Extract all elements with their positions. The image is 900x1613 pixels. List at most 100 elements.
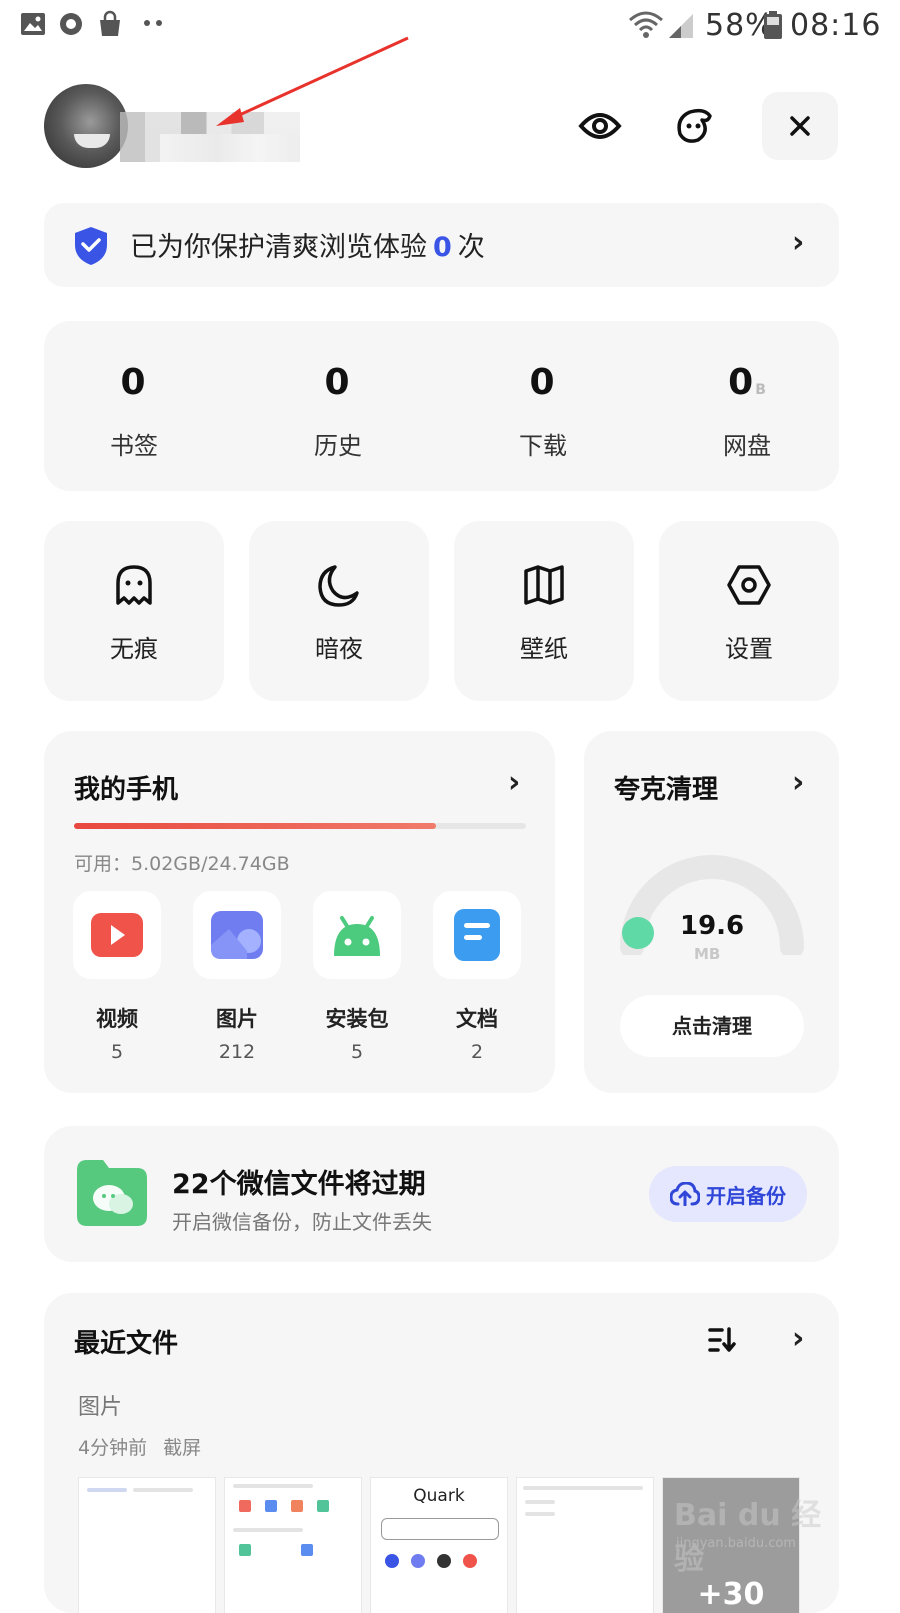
- recent-thumbnail[interactable]: [78, 1477, 216, 1613]
- cleaner-unit: MB: [694, 945, 721, 963]
- cleaner-title: 夸克清理: [614, 775, 719, 805]
- wechat-folder-icon: [77, 1160, 147, 1226]
- cleaner-card[interactable]: 夸克清理 › 19.6 MB 点击清理: [584, 731, 839, 1093]
- clock: 08:16: [790, 8, 882, 43]
- watermark-url: jingyan.baidu.com: [676, 1536, 796, 1551]
- theme-skin-button[interactable]: [656, 92, 732, 160]
- ghost-icon: [116, 565, 152, 605]
- cloud-upload-icon: [670, 1182, 700, 1206]
- recent-thumbnail[interactable]: [516, 1477, 654, 1613]
- file-type-count: 5: [110, 1041, 124, 1063]
- recent-category: 图片: [78, 1395, 123, 1420]
- tool-wallpaper[interactable]: 壁纸: [454, 521, 634, 701]
- chevron-right-icon[interactable]: ›: [792, 1321, 804, 1356]
- stat-value: 0: [529, 362, 555, 403]
- status-bar: 58% 08:16: [0, 0, 900, 52]
- file-type-image[interactable]: 图片 212: [192, 891, 282, 1063]
- tool-label: 无痕: [110, 635, 158, 663]
- protection-suffix: 次: [457, 232, 485, 263]
- chevron-right-icon: ›: [792, 765, 805, 800]
- close-icon: [790, 116, 810, 136]
- tool-label: 暗夜: [315, 635, 363, 663]
- quark-notification-icon: [60, 13, 82, 35]
- wechat-expire-title: 22个微信文件将过期: [172, 1169, 426, 1200]
- stat-label: 书签: [110, 432, 158, 460]
- tool-incognito[interactable]: 无痕: [44, 521, 224, 701]
- tool-label: 壁纸: [520, 635, 568, 663]
- storage-bar: [74, 823, 526, 829]
- more-notifications-icon: [144, 20, 162, 26]
- file-type-name: 文档: [456, 1007, 498, 1031]
- file-type-name: 图片: [216, 1007, 258, 1031]
- stat-history[interactable]: 0 历史: [278, 361, 398, 461]
- shield-icon: [75, 227, 107, 265]
- chevron-right-icon: ›: [508, 765, 521, 800]
- my-phone-title: 我的手机: [74, 775, 179, 805]
- thumbnail-caption: Quark: [413, 1486, 465, 1506]
- more-count: +30: [697, 1577, 765, 1612]
- book-open-icon: [524, 565, 564, 605]
- file-type-count: 5: [350, 1041, 364, 1063]
- stat-downloads[interactable]: 0 下载: [483, 361, 603, 461]
- document-icon: [454, 909, 500, 961]
- protection-count: 0: [433, 232, 452, 263]
- recent-thumbnail[interactable]: [224, 1477, 362, 1613]
- battery-icon: [764, 11, 782, 39]
- moon-icon: [318, 565, 359, 607]
- stat-unit: B: [755, 382, 766, 398]
- file-type-count: 212: [218, 1041, 256, 1063]
- stat-label: 历史: [314, 432, 362, 460]
- protection-label: 已为你保护清爽浏览体验: [130, 232, 427, 263]
- stat-value: 0: [324, 362, 350, 403]
- file-type-name: 视频: [96, 1007, 138, 1031]
- file-type-video[interactable]: 视频 5: [72, 891, 162, 1063]
- stat-label: 网盘: [723, 432, 771, 460]
- stat-value: 0: [728, 362, 754, 403]
- close-button[interactable]: [762, 92, 838, 160]
- file-type-count: 2: [470, 1041, 484, 1063]
- clean-now-button[interactable]: 点击清理: [620, 995, 804, 1057]
- annotation-arrow: [216, 36, 409, 126]
- protection-banner[interactable]: 已为你保护清爽浏览体验 0 次 ›: [44, 203, 839, 287]
- recent-meta: 4分钟前 截屏: [78, 1437, 202, 1459]
- signal-icon: [669, 14, 693, 38]
- stat-bookmarks[interactable]: 0 书签: [74, 361, 194, 461]
- watermark-text: Bai du 经验: [674, 1498, 822, 1577]
- tool-settings[interactable]: 设置: [659, 521, 839, 701]
- eye-button[interactable]: [562, 92, 638, 160]
- android-icon: [334, 916, 380, 956]
- wechat-backup-card[interactable]: 22个微信文件将过期 开启微信备份，防止文件丢失 开启备份: [44, 1126, 839, 1262]
- file-type-document[interactable]: 文档 2: [432, 891, 522, 1063]
- protection-text: 已为你保护清爽浏览体验 0 次: [130, 225, 485, 264]
- wifi-icon: [629, 11, 663, 38]
- storage-bar-fill: [74, 823, 436, 829]
- tool-night-mode[interactable]: 暗夜: [249, 521, 429, 701]
- gallery-notification-icon: [21, 13, 45, 35]
- stats-card: 0 书签 0 历史 0 下载 0B 网盘: [44, 321, 839, 491]
- recent-thumbnail[interactable]: Quark: [370, 1477, 508, 1613]
- storage-available: 可用：5.02GB/24.74GB: [74, 853, 290, 875]
- file-type-name: 安装包: [325, 1007, 389, 1031]
- enable-backup-label: 开启备份: [706, 1183, 786, 1208]
- my-phone-card[interactable]: 我的手机 › 可用：5.02GB/24.74GB 视频 5 图片 212 安装包…: [44, 731, 555, 1093]
- stat-value: 0: [120, 362, 146, 403]
- cleaner-gauge-indicator: [622, 917, 654, 949]
- recent-files-title: 最近文件: [74, 1329, 179, 1359]
- sort-icon[interactable]: [708, 1327, 736, 1353]
- file-type-apk[interactable]: 安装包 5: [312, 891, 402, 1063]
- baidu-jingyan-watermark: Bai du 经验 jingyan.baidu.com: [668, 1470, 838, 1580]
- hexagon-gear-icon: [727, 565, 771, 605]
- wechat-expire-subtitle: 开启微信备份，防止文件丢失: [172, 1210, 432, 1234]
- avatar[interactable]: [44, 84, 128, 168]
- eye-icon: [578, 113, 622, 139]
- cleaner-value: 19.6: [680, 911, 745, 941]
- stat-label: 下载: [519, 432, 567, 460]
- tool-label: 设置: [725, 635, 773, 663]
- stat-cloud-drive[interactable]: 0B 网盘: [687, 361, 807, 461]
- video-icon: [91, 913, 143, 957]
- enable-backup-button[interactable]: 开启备份: [649, 1166, 807, 1222]
- shopping-bag-notification-icon: [100, 10, 120, 36]
- mascot-face-icon: [677, 108, 712, 143]
- chevron-right-icon: ›: [792, 225, 805, 260]
- image-icon: [211, 911, 263, 959]
